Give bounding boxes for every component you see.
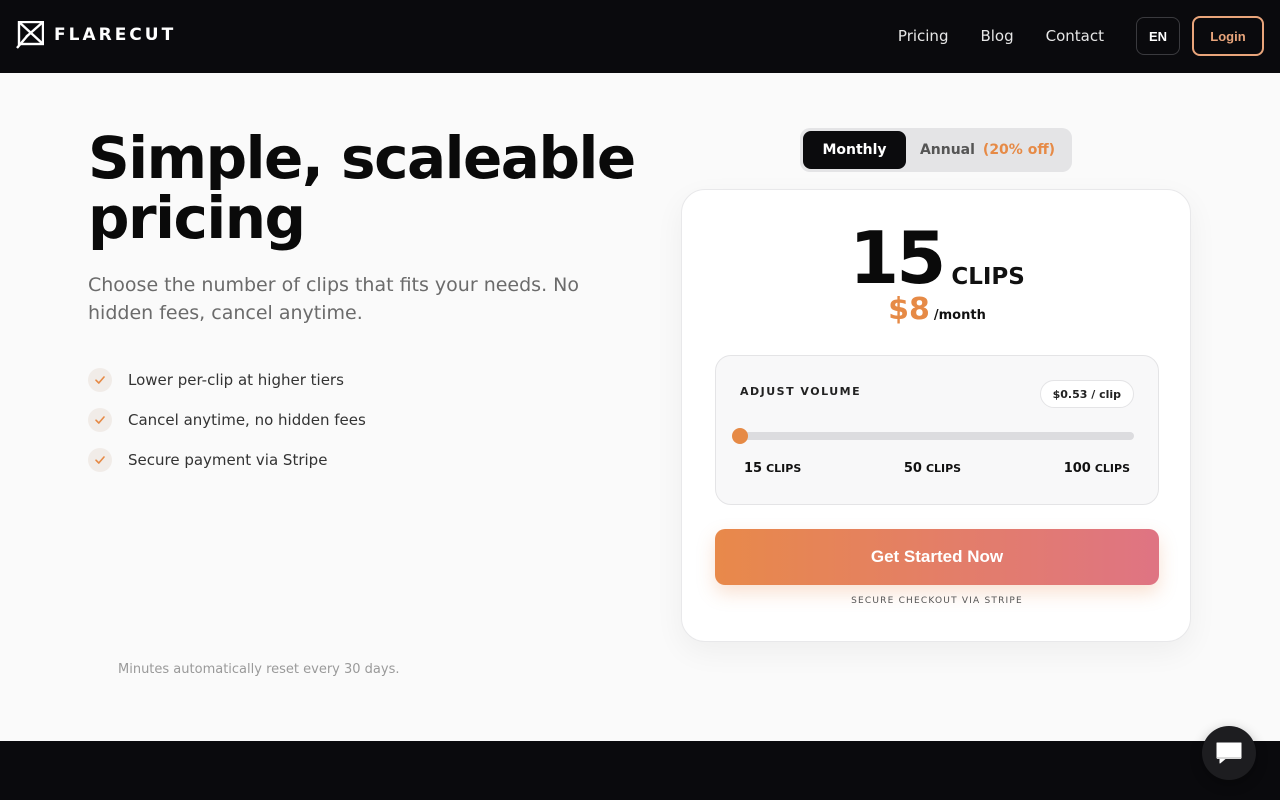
page-subtitle: Choose the number of clips that fits you… (88, 274, 579, 324)
feature-item: Secure payment via Stripe (88, 448, 366, 472)
volume-tick-15: 15 CLIPS (744, 461, 802, 476)
feature-text: Cancel anytime, no hidden fees (128, 411, 366, 429)
volume-label: ADJUST VOLUME (740, 385, 862, 398)
brand-name: FLARECUT (54, 25, 177, 45)
nav-link-blog[interactable]: Blog (980, 27, 1013, 45)
check-icon (88, 368, 112, 392)
feature-item: Cancel anytime, no hidden fees (88, 408, 366, 432)
nav-link-pricing[interactable]: Pricing (898, 27, 949, 45)
reset-footnote: Minutes automatically reset every 30 day… (118, 662, 400, 677)
clip-count-value: 15 (849, 216, 946, 300)
price-value: $8 (888, 292, 930, 327)
billing-monthly-option[interactable]: Monthly (803, 131, 906, 169)
feature-item: Lower per-clip at higher tiers (88, 368, 366, 392)
clip-count-display: 15 CLIPS (682, 220, 1192, 296)
nav-link-contact[interactable]: Contact (1046, 27, 1104, 45)
volume-slider[interactable] (732, 428, 1134, 444)
per-clip-badge: $0.53 / clip (1039, 380, 1134, 408)
footer (0, 741, 1280, 800)
chat-bubble-icon (1216, 742, 1242, 764)
language-selector-button[interactable]: EN (1136, 17, 1180, 55)
page-title-line-2: pricing (88, 184, 306, 252)
brand-logo[interactable]: FLARECUT (16, 21, 176, 49)
feature-text: Secure payment via Stripe (128, 451, 328, 469)
volume-ticks: 15 CLIPS 50 CLIPS 100 CLIPS (744, 461, 1130, 476)
check-icon (88, 408, 112, 432)
volume-slider-thumb[interactable] (732, 428, 748, 444)
billing-period-toggle: Monthly Annual (20% off) (800, 128, 1072, 172)
flare-logo-icon (16, 21, 44, 49)
feature-list: Lower per-clip at higher tiers Cancel an… (88, 368, 366, 488)
billing-annual-option[interactable]: Annual (20% off) (906, 131, 1069, 169)
billing-annual-label: Annual (919, 142, 975, 158)
login-button[interactable]: Login (1192, 16, 1264, 56)
price-display: $8 /month (682, 292, 1192, 328)
check-icon (88, 448, 112, 472)
get-started-button[interactable]: Get Started Now (715, 529, 1159, 585)
page-title-line-1: Simple, scaleable (88, 124, 636, 192)
feature-text: Lower per-clip at higher tiers (128, 371, 344, 389)
price-period: /month (933, 308, 986, 323)
volume-adjuster: ADJUST VOLUME $0.53 / clip 15 CLIPS 50 CLI… (715, 355, 1159, 505)
top-navbar: FLARECUT Pricing Blog Contact EN Login (0, 0, 1280, 73)
main-nav: Pricing Blog Contact EN Login (898, 16, 1264, 56)
volume-tick-50: 50 CLIPS (903, 461, 962, 476)
volume-tick-100: 100 CLIPS (1063, 461, 1130, 476)
pricing-card: 15 CLIPS $8 /month ADJUST VOLUME $0.53 /… (681, 189, 1191, 642)
clip-count-unit: CLIPS (951, 264, 1025, 290)
page-title: Simple, scaleable pricing (88, 128, 648, 248)
secure-checkout-note: SECURE CHECKOUT VIA STRIPE (851, 596, 1023, 606)
chat-widget-button[interactable] (1202, 726, 1256, 780)
annual-discount-badge: (20% off) (982, 142, 1056, 158)
